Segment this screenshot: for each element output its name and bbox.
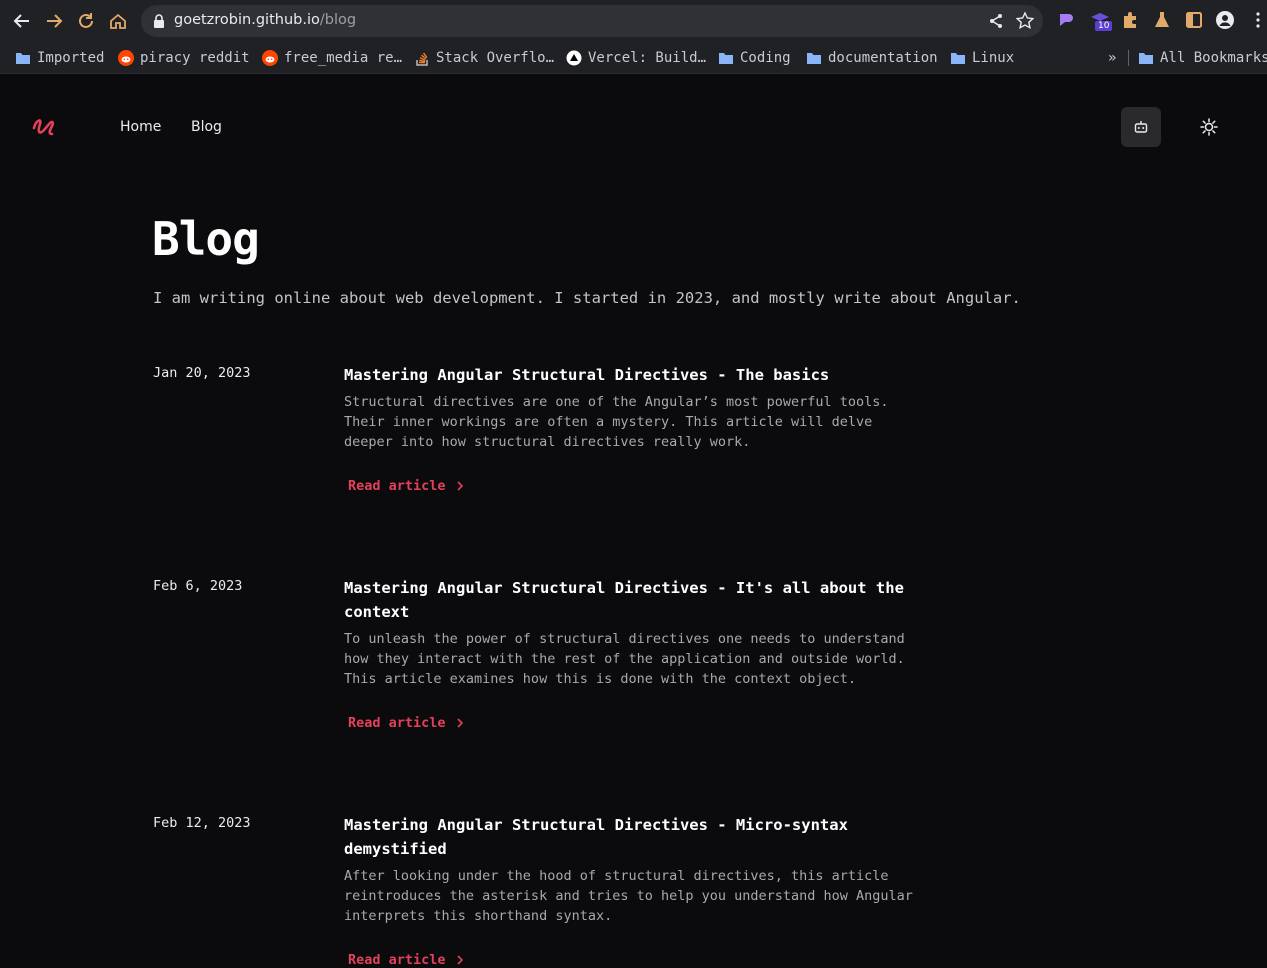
bookmark-item[interactable]: documentation — [806, 48, 938, 68]
forward-button[interactable] — [40, 7, 68, 35]
extension-purple-icon[interactable] — [1056, 10, 1076, 30]
puzzle-icon[interactable] — [1120, 10, 1140, 30]
post-date: Feb 6, 2023 — [153, 578, 243, 594]
nav-home-link[interactable]: Home — [120, 119, 161, 135]
post-body: Mastering Angular Structural Directives … — [344, 813, 934, 968]
folder-icon — [719, 53, 733, 64]
post-title[interactable]: Mastering Angular Structural Directives … — [344, 576, 934, 624]
nav-blog-link[interactable]: Blog — [191, 119, 222, 135]
read-article-label: Read article — [348, 715, 446, 731]
post-excerpt: After looking under the hood of structur… — [344, 868, 913, 924]
bookmark-label: Imported — [37, 50, 105, 66]
bookmark-item[interactable]: piracy reddit — [118, 48, 250, 68]
post-date: Jan 20, 2023 — [153, 365, 251, 381]
folder-icon — [951, 53, 965, 64]
bookmark-item[interactable]: Coding — [718, 48, 791, 68]
folder-icon — [807, 53, 821, 64]
post-date: Feb 12, 2023 — [153, 815, 251, 831]
chevron-right-icon — [456, 718, 463, 728]
bookmarks-separator — [1128, 50, 1129, 66]
profile-avatar-icon[interactable] — [1215, 10, 1235, 30]
robot-icon — [1134, 121, 1148, 133]
stackoverflow-icon — [416, 52, 428, 66]
all-bookmarks-label: All Bookmarks — [1160, 50, 1267, 66]
read-article-label: Read article — [348, 478, 446, 494]
read-article-link[interactable]: Read article — [348, 952, 466, 968]
bookmarks-bar: Imported piracy reddit free_media re… St… — [0, 42, 1267, 74]
vercel-icon — [566, 50, 582, 66]
arrow-right-icon — [47, 14, 63, 28]
bookmark-item[interactable]: free_media re… — [262, 48, 402, 68]
reddit-icon — [262, 50, 278, 66]
reload-button[interactable] — [72, 7, 100, 35]
page-title: Blog — [152, 212, 260, 266]
post-body: Mastering Angular Structural Directives … — [344, 363, 934, 494]
bookmark-label: Linux — [972, 50, 1015, 66]
read-article-link[interactable]: Read article — [348, 478, 466, 494]
url-host: goetzrobin.github.io — [174, 12, 320, 28]
post-excerpt: Structural directives are one of the Ang… — [344, 394, 889, 450]
read-article-label: Read article — [348, 952, 446, 968]
bookmarks-overflow-button[interactable]: » — [1108, 48, 1116, 68]
side-panel-icon[interactable] — [1184, 10, 1204, 30]
bookmark-label: Vercel: Build… — [588, 50, 707, 66]
chevron-right-icon — [456, 481, 463, 491]
bookmark-item[interactable]: Stack Overflo… — [414, 48, 554, 68]
url-path: /blog — [319, 12, 357, 28]
folder-icon — [16, 53, 30, 64]
all-bookmarks-button[interactable]: All Bookmarks — [1138, 48, 1267, 68]
site-logo-icon[interactable] — [30, 114, 58, 140]
read-article-link[interactable]: Read article — [348, 715, 466, 731]
bookmark-label: Stack Overflo… — [436, 50, 555, 66]
reload-icon — [79, 13, 93, 28]
overflow-chevron-icon: » — [1108, 50, 1117, 66]
bookmark-item[interactable]: Vercel: Build… — [566, 48, 706, 68]
sun-icon[interactable] — [1199, 117, 1219, 137]
bookmark-label: free_media re… — [284, 50, 403, 66]
chevron-right-icon — [456, 955, 463, 965]
bookmark-label: documentation — [828, 50, 938, 66]
assistant-button[interactable] — [1121, 107, 1161, 147]
flask-icon[interactable] — [1152, 10, 1172, 30]
post-title[interactable]: Mastering Angular Structural Directives … — [344, 813, 934, 861]
page-intro: I am writing online about web developmen… — [153, 289, 1021, 307]
post-body: Mastering Angular Structural Directives … — [344, 576, 934, 731]
folder-icon — [1139, 53, 1153, 64]
share-icon[interactable] — [987, 12, 1005, 30]
address-bar[interactable]: goetzrobin.github.io/blog — [141, 5, 1043, 37]
extension-badge-count: 10 — [1095, 21, 1113, 31]
bookmark-item[interactable]: Linux — [950, 48, 1014, 68]
arrow-left-icon — [13, 14, 29, 28]
reddit-icon — [118, 50, 134, 66]
url-text[interactable]: goetzrobin.github.io/blog — [174, 12, 356, 28]
bookmark-star-icon[interactable] — [1015, 11, 1035, 31]
back-button[interactable] — [8, 7, 36, 35]
bookmark-item[interactable]: Imported — [15, 48, 104, 68]
home-icon — [110, 13, 126, 29]
lock-icon — [154, 14, 164, 28]
kebab-menu-icon[interactable] — [1248, 10, 1267, 30]
bookmark-label: piracy reddit — [140, 50, 250, 66]
post-title[interactable]: Mastering Angular Structural Directives … — [344, 363, 934, 387]
extension-badge-button[interactable]: 10 — [1090, 10, 1113, 31]
bookmark-label: Coding — [740, 50, 791, 66]
home-button[interactable] — [104, 7, 132, 35]
post-excerpt: To unleash the power of structural direc… — [344, 631, 905, 687]
browser-toolbar: goetzrobin.github.io/blog 10 — [0, 0, 1267, 42]
